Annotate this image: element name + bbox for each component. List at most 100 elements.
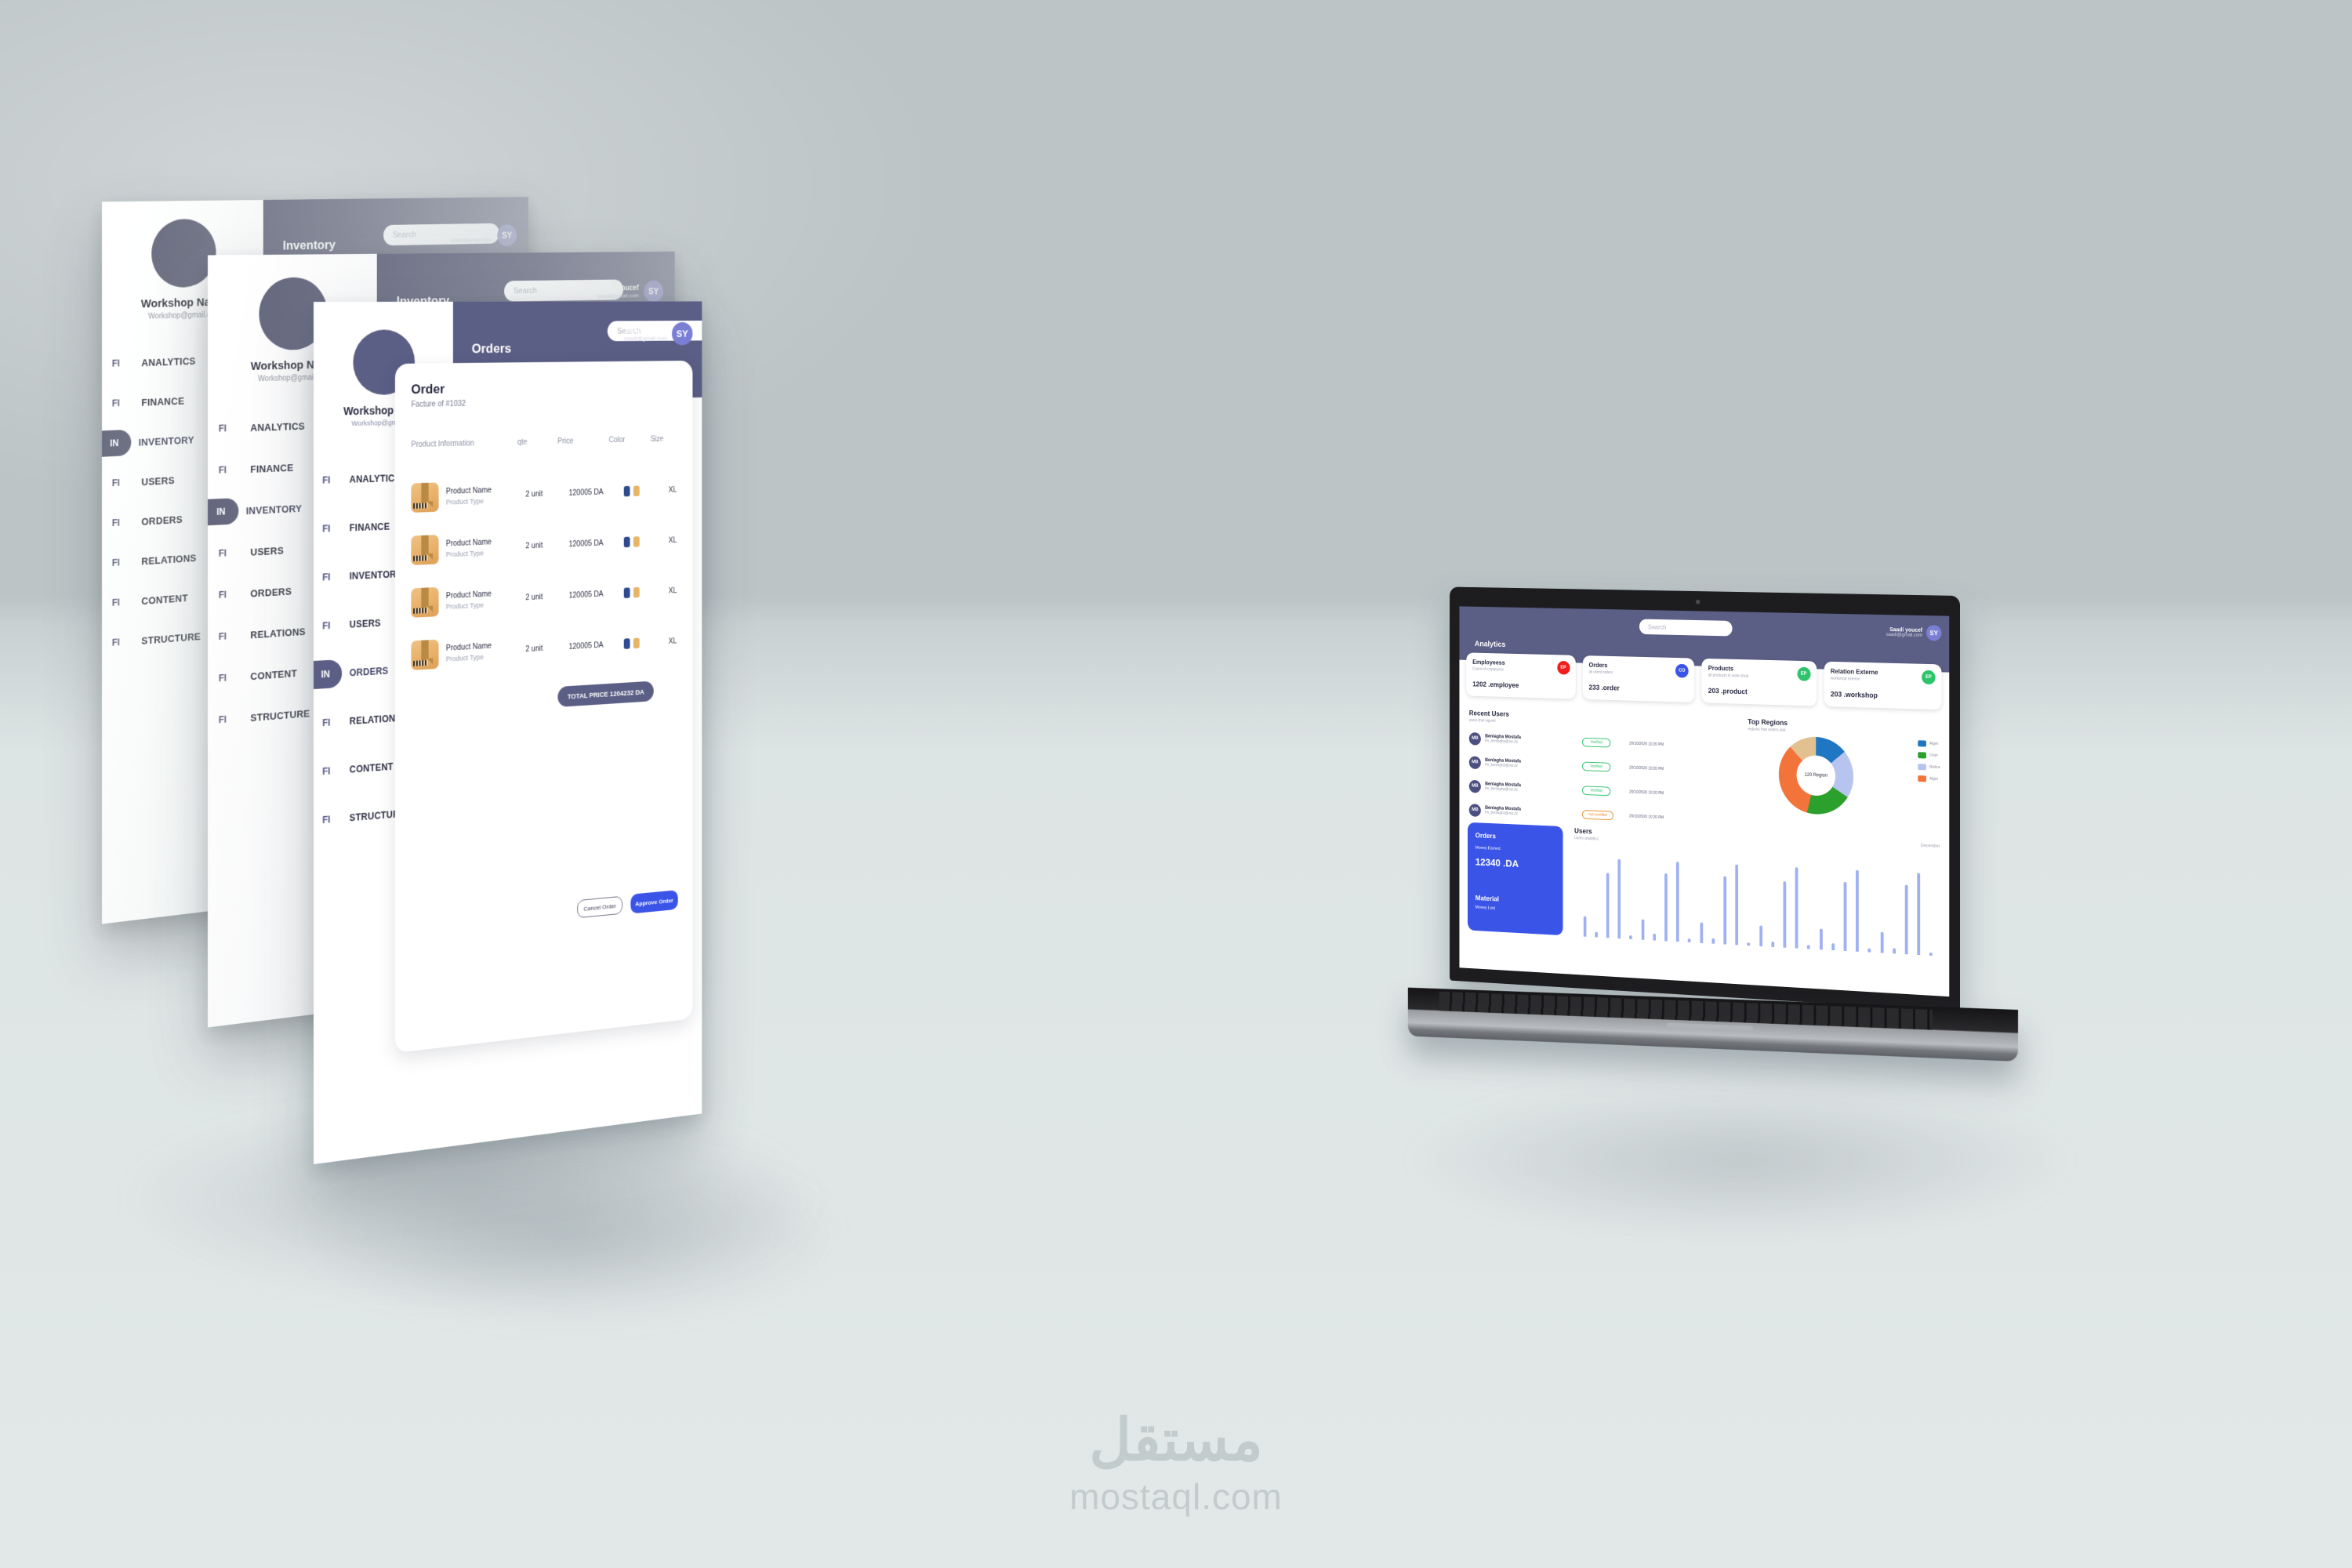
nav-badge-finance-front: FI: [314, 517, 339, 541]
user-avatar-mid[interactable]: SY: [644, 281, 663, 303]
workshop-avatar: [151, 219, 216, 289]
sidebar-label-users-mid: USERS: [250, 544, 284, 557]
nav-badge-content-front: FI: [314, 759, 339, 784]
order-card: Order Facture of #1032 Product Informati…: [395, 361, 693, 1053]
box-tape: [422, 640, 428, 659]
user-block-front[interactable]: Saadi youcef saadi@gmail.com SY: [624, 322, 692, 346]
list-item[interactable]: MB Benlagha Mostafa fm_benlagha@esi.dz V…: [1469, 730, 1704, 754]
order-title: Order: [411, 379, 677, 397]
user-avatar-front[interactable]: SY: [672, 322, 692, 345]
stat-dot-products: EP: [1797, 667, 1810, 681]
user-text-front: Saadi youcef saadi@gmail.com: [624, 326, 667, 341]
stat-card-products[interactable]: Products all products in work shop 203 .…: [1701, 659, 1816, 706]
approve-order-button[interactable]: Approve Order: [630, 890, 677, 913]
legend-swatch-alger-orange: [1918, 775, 1926, 782]
bar-chart-bar: [1759, 925, 1762, 946]
nav-badge-finance-mid: FI: [208, 458, 238, 482]
bar-chart-bar: [1700, 922, 1703, 943]
user-block-mid[interactable]: Saadi youcef saadi@gmail.com SY: [597, 281, 663, 303]
donut-legend: Alger Oran Biskra Alger: [1918, 740, 1940, 782]
recent-user-status-label: Verified: [1591, 740, 1602, 745]
orders-money-title: Orders: [1475, 832, 1555, 843]
order-actions: Cancel Order Approve Order: [577, 890, 678, 919]
product-text: Product Name Product Type: [446, 590, 492, 611]
sidebar-label-orders-mid: ORDERS: [250, 585, 292, 599]
sidebar-label-structure-mid: STRUCTURE: [250, 707, 310, 724]
legend-item: Biskra: [1918, 764, 1940, 771]
user-text-back: Saadi youcef saadi@gmail.com: [450, 228, 492, 243]
product-type: Product Type: [446, 497, 492, 506]
nav-badge-inventory: IN: [102, 430, 131, 457]
stat-dot-relation: EP: [1922, 670, 1936, 684]
bar-chart-bar: [1820, 928, 1823, 949]
legend-swatch-biskra: [1918, 764, 1926, 770]
dashboard-user-block[interactable]: Saadi youcef saadi@gmail.com SY: [1886, 624, 1942, 641]
orders-money-value: 12340 .DA: [1475, 856, 1555, 871]
bar-chart-bar: [1653, 934, 1656, 941]
legend-swatch-alger-blue: [1918, 740, 1926, 746]
legend-label-alger-orange: Alger: [1929, 777, 1938, 782]
bar-chart-bar: [1723, 877, 1726, 945]
stat-sub-relation: workshop externe: [1831, 677, 1935, 684]
product-type: Product Type: [446, 601, 492, 611]
recent-user-text: Benlagha Mostafa fm_benlagha@esi.dz: [1485, 806, 1562, 818]
user-block-back[interactable]: Saadi youcef saadi@gmail.com SY: [450, 224, 517, 247]
product-text: Product Name Product Type: [446, 642, 492, 663]
cancel-order-button[interactable]: Cancel Order: [577, 896, 622, 919]
stat-card-relation-externe[interactable]: Relation Externe workshop externe 203 .w…: [1824, 662, 1941, 710]
search-placeholder-back: Search: [393, 230, 416, 240]
recent-users-section: Recent Users users that signed MB Benlag…: [1469, 710, 1704, 828]
bar-chart-bar: [1711, 938, 1715, 943]
user-avatar-back[interactable]: SY: [497, 224, 517, 246]
material-title: Material: [1475, 894, 1555, 906]
stat-value-employees: 1202 .employee: [1472, 681, 1569, 691]
recent-user-status: non-verified: [1582, 810, 1613, 820]
stat-sub-orders: all client orders: [1589, 670, 1688, 677]
recent-user-avatar: MB: [1469, 779, 1481, 793]
recent-user-text: Benlagha Mostafa fm_benlagha@esi.dz: [1485, 782, 1562, 793]
bar-chart-bar: [1641, 919, 1644, 939]
bar-chart-plot: [1580, 857, 1938, 956]
floor-shadow-front: [298, 1145, 847, 1325]
list-item[interactable]: MB Benlagha Mostafa fm_benlagha@esi.dz V…: [1469, 778, 1704, 804]
product-cell: Product Name Product Type: [411, 635, 525, 670]
dashboard-search-input[interactable]: Search: [1639, 619, 1733, 637]
list-item[interactable]: MB Benlagha Mostafa fm_benlagha@esi.dz V…: [1469, 754, 1704, 779]
recent-user-time: 20/10/2020 10:20 PM: [1629, 790, 1664, 797]
bar-chart-bar: [1629, 935, 1632, 939]
laptop-screen[interactable]: Search Saadi youcef saadi@gmail.com SY A…: [1459, 606, 1949, 996]
recent-user-avatar: MB: [1469, 732, 1481, 746]
recent-user-time: 20/10/2020 10:20 PM: [1629, 742, 1664, 747]
nav-badge-structure-mid: FI: [208, 707, 238, 732]
qte-value: 2 unit: [525, 540, 568, 550]
dashboard-user-avatar[interactable]: SY: [1926, 625, 1942, 641]
legend-swatch-oran: [1918, 752, 1926, 758]
price-value: 120005 DA: [569, 640, 624, 651]
laptop-device: Search Saadi youcef saadi@gmail.com SY A…: [1411, 596, 1960, 1035]
donut-hole: 120 Region: [1797, 755, 1836, 797]
total-price-pill: TOTAL PRICE 1204232 DA: [557, 681, 653, 707]
sidebar-label-orders: ORDERS: [141, 514, 183, 528]
swatch-blue: [624, 587, 630, 598]
stat-card-orders[interactable]: Orders all client orders 233 .order CO: [1582, 655, 1694, 702]
sidebar-label-finance-mid: FINANCE: [250, 462, 293, 475]
nav-badge-users-front: FI: [314, 613, 339, 638]
col-product-information: Product Information: [411, 438, 517, 449]
order-subtitle: Facture of #1032: [411, 396, 677, 408]
user-email-front: saadi@gmail.com: [624, 335, 667, 342]
sidebar-label-content-front: CONTENT: [350, 761, 394, 775]
nav-badge-analytics: FI: [102, 351, 129, 376]
barcode-icon: [413, 660, 427, 667]
swatch-orange: [633, 637, 640, 648]
size-value: XL: [669, 586, 699, 595]
color-swatches: [624, 535, 669, 548]
product-text: Product Name Product Type: [446, 486, 492, 506]
stat-card-employees[interactable]: Employeess Count of employees 1202 .empl…: [1466, 652, 1575, 699]
bar-chart-bar: [1795, 867, 1798, 948]
bar-chart-bar: [1583, 916, 1586, 936]
nav-badge-users-mid: FI: [208, 541, 238, 565]
window-orders[interactable]: Workshop Name Workshop@gmail.con FI ANAL…: [314, 301, 702, 1164]
sidebar-label-content-mid: CONTENT: [250, 667, 297, 682]
orders-money-card[interactable]: Orders Money Earned 12340 .DA Material M…: [1468, 822, 1563, 935]
price-value: 120005 DA: [569, 589, 624, 600]
